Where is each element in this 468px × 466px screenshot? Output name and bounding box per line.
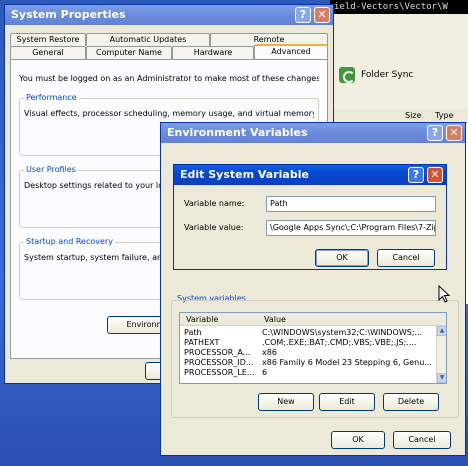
column-type[interactable]: Type bbox=[431, 109, 453, 123]
edit-variable-titlebar[interactable]: Edit System Variable ? ✕ bbox=[174, 165, 446, 185]
row-value: x86 Family 6 Model 23 Stepping 6, Genu..… bbox=[262, 358, 432, 367]
sync-icon bbox=[339, 67, 355, 83]
explorer-column-header: Size Type bbox=[331, 109, 468, 123]
row-value: 6 bbox=[262, 368, 268, 377]
window-title: Environment Variables bbox=[167, 126, 308, 139]
environment-variables-titlebar[interactable]: Environment Variables ? ✕ bbox=[161, 123, 465, 143]
performance-title: Performance bbox=[24, 93, 79, 102]
user-profiles-title: User Profiles bbox=[24, 165, 78, 174]
performance-desc: Visual effects, processor scheduling, me… bbox=[24, 109, 314, 118]
table-row[interactable]: PROCESSOR_LE... 6 bbox=[180, 368, 436, 378]
table-row[interactable]: PROCESSOR_ID... x86 Family 6 Model 23 St… bbox=[180, 358, 436, 368]
column-size[interactable]: Size bbox=[401, 109, 421, 123]
folder-sync-link[interactable]: Folder Sync bbox=[339, 66, 413, 84]
row-variable: Path bbox=[184, 328, 202, 337]
mouse-pointer-icon bbox=[438, 285, 451, 303]
list-header: Variable Value bbox=[180, 313, 446, 326]
tab-computer-name[interactable]: Computer Name bbox=[86, 46, 172, 59]
table-row[interactable]: Path C:\WINDOWS\system32;C:\WINDOWS;... bbox=[180, 328, 436, 338]
table-row[interactable]: PATHEXT .COM;.EXE;.BAT;.CMD;.VBS;.VBE;.J… bbox=[180, 338, 436, 348]
row-value: C:\WINDOWS\system32;C:\WINDOWS;... bbox=[262, 328, 423, 337]
table-row[interactable]: PROCESSOR_A... x86 bbox=[180, 348, 436, 358]
row-variable: PATHEXT bbox=[184, 338, 220, 347]
row-variable: PROCESSOR_A... bbox=[184, 348, 251, 357]
explorer-task-pane: Folder Sync bbox=[331, 14, 468, 114]
row-variable: PROCESSOR_ID... bbox=[184, 358, 254, 367]
tab-system-restore[interactable]: System Restore bbox=[10, 33, 86, 46]
close-icon[interactable]: ✕ bbox=[314, 7, 330, 23]
admin-note: You must be logged on as an Administrato… bbox=[19, 74, 319, 83]
tab-advanced[interactable]: Advanced bbox=[254, 44, 328, 59]
tab-automatic-updates[interactable]: Automatic Updates bbox=[86, 33, 210, 46]
close-icon[interactable]: ✕ bbox=[446, 125, 462, 141]
scroll-down-icon[interactable]: ▼ bbox=[437, 373, 446, 383]
edit-cancel-button[interactable]: Cancel bbox=[377, 249, 435, 267]
edit-button[interactable]: Edit bbox=[319, 393, 375, 411]
scroll-up-icon[interactable]: ▲ bbox=[437, 326, 446, 336]
folder-sync-label: Folder Sync bbox=[361, 70, 414, 80]
tab-hardware[interactable]: Hardware bbox=[172, 46, 254, 59]
delete-button[interactable]: Delete bbox=[383, 393, 439, 411]
window-title: System Properties bbox=[11, 8, 126, 21]
row-value: x86 bbox=[262, 348, 277, 357]
env-cancel-button[interactable]: Cancel bbox=[393, 431, 451, 449]
variable-name-field[interactable]: Path bbox=[266, 196, 436, 212]
help-icon[interactable]: ? bbox=[408, 167, 424, 183]
dialog-title: Edit System Variable bbox=[180, 168, 309, 181]
startup-recovery-title: Startup and Recovery bbox=[24, 237, 115, 246]
variable-value-label: Variable value: bbox=[184, 223, 244, 232]
edit-system-variable-dialog: Edit System Variable ? ✕ Variable name: … bbox=[173, 164, 447, 270]
variable-value-field[interactable]: \Google Apps Sync\;C:\Program Files\7-Zi… bbox=[266, 220, 436, 236]
system-variables-list[interactable]: Variable Value Path C:\WINDOWS\system32;… bbox=[179, 312, 447, 384]
tab-general[interactable]: General bbox=[10, 46, 86, 59]
close-icon[interactable]: ✕ bbox=[427, 167, 443, 183]
help-icon[interactable]: ? bbox=[295, 7, 311, 23]
help-icon[interactable]: ? bbox=[427, 125, 443, 141]
edit-ok-button[interactable]: OK bbox=[315, 249, 369, 267]
column-variable[interactable]: Variable bbox=[186, 313, 218, 326]
system-properties-titlebar[interactable]: System Properties ? ✕ bbox=[5, 5, 333, 25]
row-value: .COM;.EXE;.BAT;.CMD;.VBS;.VBE;.JS;.... bbox=[262, 338, 417, 347]
console-window-title: ield-Vectors\Vector\W bbox=[330, 0, 468, 14]
column-value[interactable]: Value bbox=[264, 313, 286, 326]
row-variable: PROCESSOR_LE... bbox=[184, 368, 255, 377]
list-scrollbar[interactable]: ▲ ▼ bbox=[436, 326, 446, 383]
env-ok-button[interactable]: OK bbox=[331, 431, 385, 449]
new-button[interactable]: New bbox=[258, 393, 314, 411]
variable-name-label: Variable name: bbox=[184, 199, 245, 208]
